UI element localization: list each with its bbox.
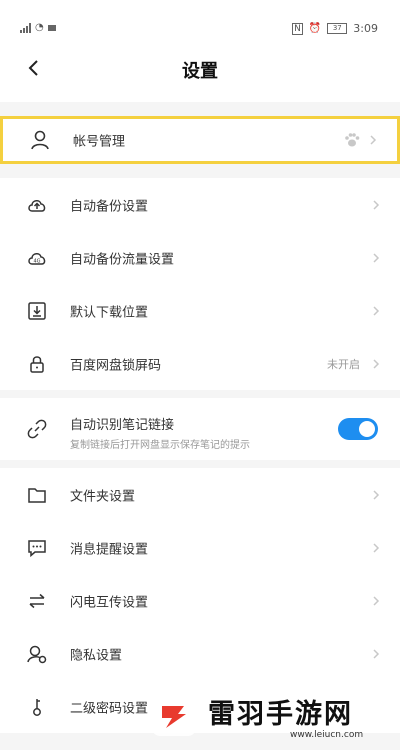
settings-item-auto-backup[interactable]: 自动备份设置 xyxy=(0,178,400,231)
lock-icon xyxy=(26,353,48,375)
signal-icon xyxy=(20,22,31,33)
settings-item-label: 自动备份流量设置 xyxy=(70,252,175,267)
svg-text:4G: 4G xyxy=(33,258,40,264)
cloud-4g-icon: 4G xyxy=(26,247,48,269)
toggle-knob xyxy=(359,421,375,437)
wifi-icon: ◔ xyxy=(35,22,44,33)
settings-item-message[interactable]: 消息提醒设置 xyxy=(0,521,400,574)
section-divider xyxy=(0,460,400,468)
settings-item-account[interactable]: 帐号管理 xyxy=(0,116,400,164)
cloud-upload-icon xyxy=(26,194,48,216)
section-divider xyxy=(0,164,400,178)
page-title: 设置 xyxy=(182,61,218,82)
settings-item-label: 隐私设置 xyxy=(70,648,123,663)
privacy-icon xyxy=(26,643,48,665)
watermark-logo-icon xyxy=(150,694,198,738)
section-divider xyxy=(0,390,400,398)
settings-item-label: 消息提醒设置 xyxy=(70,542,149,557)
settings-item-note-link: 自动识别笔记链接 复制链接后打开网盘显示保存笔记的提示 xyxy=(0,398,400,460)
status-left: ◔ xyxy=(20,22,56,33)
watermark-text: 雷羽手游网 xyxy=(208,699,353,730)
nfc-icon: N xyxy=(292,22,303,35)
folder-icon xyxy=(26,484,48,506)
watermark: 雷羽手游网 www.leiucn.com xyxy=(150,690,390,746)
battery-icon: 37 xyxy=(327,23,348,34)
key-icon xyxy=(26,696,48,718)
settings-item-label: 百度网盘锁屏码 xyxy=(70,358,162,373)
settings-item-folder[interactable]: 文件夹设置 xyxy=(0,468,400,521)
header: 设置 xyxy=(0,40,400,102)
settings-item-download-location[interactable]: 默认下载位置 xyxy=(0,284,400,337)
settings-item-label: 文件夹设置 xyxy=(70,489,136,504)
settings-item-label: 二级密码设置 xyxy=(70,701,149,716)
download-icon xyxy=(26,300,48,322)
chevron-right-icon xyxy=(370,358,382,370)
chevron-right-icon xyxy=(367,134,379,146)
settings-item-label: 自动备份设置 xyxy=(70,199,149,214)
settings-item-lock-code[interactable]: 百度网盘锁屏码 未开启 xyxy=(0,337,400,390)
alarm-icon: ⏰ xyxy=(308,23,322,34)
status-time: 3:09 xyxy=(353,22,378,35)
settings-item-description: 复制链接后打开网盘显示保存笔记的提示 xyxy=(70,440,250,451)
chevron-right-icon xyxy=(370,542,382,554)
watermark-url: www.leiucn.com xyxy=(290,730,364,740)
chevron-right-icon xyxy=(370,305,382,317)
settings-item-backup-traffic[interactable]: 4G 自动备份流量设置 xyxy=(0,231,400,284)
settings-item-label: 默认下载位置 xyxy=(70,305,149,320)
settings-list: 帐号管理 自动备份设置 4G 自动备份流量设置 默认下载位置 百度网盘锁屏码 未… xyxy=(0,102,400,733)
chevron-right-icon xyxy=(370,489,382,501)
settings-item-flash-transfer[interactable]: 闪电互传设置 xyxy=(0,574,400,627)
paw-icon xyxy=(343,132,361,148)
settings-item-privacy[interactable]: 隐私设置 xyxy=(0,627,400,680)
settings-item-label: 帐号管理 xyxy=(73,134,126,150)
chevron-right-icon xyxy=(370,595,382,607)
settings-item-label: 自动识别笔记链接 xyxy=(70,418,175,433)
chevron-right-icon xyxy=(370,199,382,211)
status-right: N ⏰ 37 3:09 xyxy=(292,22,378,35)
note-link-toggle[interactable] xyxy=(338,418,378,440)
message-bubble-icon xyxy=(26,537,48,559)
transfer-icon xyxy=(26,590,48,612)
lock-status-value: 未开启 xyxy=(327,357,360,371)
chevron-right-icon xyxy=(370,252,382,264)
status-bar: ◔ N ⏰ 37 3:09 xyxy=(0,0,400,40)
user-icon xyxy=(29,129,51,151)
chevron-right-icon xyxy=(370,648,382,660)
link-icon xyxy=(26,418,48,440)
message-icon xyxy=(47,24,56,31)
settings-item-label: 闪电互传设置 xyxy=(70,595,149,610)
